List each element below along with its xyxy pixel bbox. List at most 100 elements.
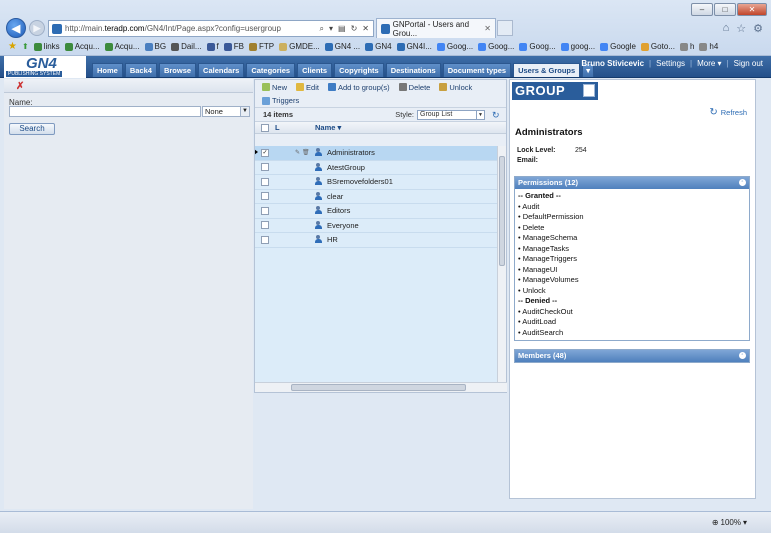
list-item[interactable]: clear (255, 190, 498, 204)
row-checkbox[interactable] (261, 235, 269, 244)
nav-tab-users-groups[interactable]: Users & Groups (513, 63, 581, 77)
filter-select[interactable]: None ▼ (202, 106, 250, 117)
col-name-header[interactable]: Name ▾ (315, 123, 341, 132)
col-lock-header[interactable]: L (275, 123, 315, 132)
maximize-button[interactable]: □ (714, 3, 736, 16)
favorite-link[interactable]: Acqu... (64, 42, 100, 51)
tab-close-icon[interactable]: ✕ (484, 24, 491, 33)
favorite-link[interactable]: Google (600, 42, 636, 51)
favorite-link[interactable]: f (206, 42, 219, 51)
nav-tab-categories[interactable]: Categories (246, 63, 296, 77)
row-checkbox[interactable] (261, 221, 269, 230)
refresh-list-icon[interactable]: ↻ (492, 110, 502, 120)
favorites-star-icon[interactable]: ★ (8, 41, 17, 52)
list-item[interactable]: ✓ ✎ 🗑 Administrators (255, 146, 498, 161)
unlock-button[interactable]: Unlock (439, 83, 472, 92)
favorite-link[interactable]: FTP (248, 42, 274, 51)
favorite-link[interactable]: Dail... (171, 42, 202, 51)
list-horizontal-scrollbar[interactable] (255, 382, 507, 392)
favorite-link[interactable]: Goog... (436, 42, 473, 51)
minimize-button[interactable]: – (691, 3, 713, 16)
list-item[interactable]: Editors (255, 204, 498, 219)
settings-link[interactable]: Settings (656, 59, 685, 68)
reload-icon[interactable]: ↻ (351, 24, 358, 34)
group-icon (315, 220, 324, 230)
app-logo: GN4 PUBLISHING SYSTEM (4, 55, 86, 78)
address-bar[interactable]: http://main.teradp.com/GN4/Int/Page.aspx… (48, 20, 374, 37)
favorite-link[interactable]: h4 (699, 42, 718, 51)
collapse-icon[interactable]: ◦ (739, 179, 746, 186)
forward-button[interactable]: ▶ (29, 20, 45, 36)
edit-button[interactable]: Edit (296, 83, 319, 92)
favorite-link[interactable]: links (33, 42, 60, 51)
refresh-button[interactable]: ↻ Refresh (709, 107, 747, 118)
list-item[interactable]: HR (255, 233, 498, 248)
favorite-link[interactable]: BG (144, 42, 166, 51)
list-item[interactable]: BSremovefolders01 (255, 175, 498, 190)
compat-icon[interactable]: ▤ (338, 24, 346, 34)
browser-tab[interactable]: GNPortal - Users and Grou... ✕ (376, 18, 496, 38)
more-menu[interactable]: More ▾ (697, 59, 721, 68)
select-all-checkbox[interactable] (261, 123, 269, 132)
nav-tab-calendars[interactable]: Calendars (198, 63, 245, 77)
new-tab-button[interactable] (497, 20, 513, 36)
settings-gear-icon[interactable]: ⚙ (753, 22, 763, 35)
home-icon[interactable]: ⌂ (723, 22, 730, 35)
permissions-list: -- Granted -- • Audit • DefaultPermission •… (515, 189, 749, 340)
favorite-link[interactable]: Goog... (478, 42, 514, 51)
favorite-link[interactable]: GN4 ... (324, 42, 360, 51)
nav-tab-document-types[interactable]: Document types (442, 63, 512, 77)
favorite-link[interactable]: Goog... (519, 42, 556, 51)
chevron-down-icon: ▼ (240, 107, 249, 116)
row-checkbox[interactable] (261, 163, 269, 172)
sign-out-link[interactable]: Sign out (734, 59, 763, 68)
favorite-link[interactable]: Acqu... (104, 42, 140, 51)
nav-tab-home[interactable]: Home (92, 63, 123, 77)
new-button[interactable]: New (262, 83, 287, 92)
list-item[interactable]: AtestGroup (255, 161, 498, 175)
nav-tab-clients[interactable]: Clients (297, 63, 333, 77)
back-button[interactable]: ◀ (6, 18, 26, 38)
row-checkbox[interactable]: ✓ (261, 148, 269, 157)
edit-icon (296, 83, 305, 91)
favorite-link[interactable]: FB (223, 42, 244, 51)
name-input[interactable] (9, 106, 201, 117)
search-icon[interactable]: ⌕ (320, 24, 324, 34)
favorites-bar: ★ ⬆ links Acqu... Acqu... BG Dail... f FB FTP GM… (0, 39, 771, 54)
row-checkbox[interactable] (261, 192, 269, 201)
list-vertical-scrollbar[interactable] (497, 146, 506, 383)
close-window-button[interactable]: ✕ (737, 3, 767, 16)
favorite-link[interactable]: GMDE... (279, 42, 320, 51)
triggers-button[interactable]: Triggers (272, 96, 299, 105)
nav-tab-back4[interactable]: Back4 (124, 63, 157, 77)
clear-filter-icon[interactable]: ✗ (16, 81, 24, 92)
row-edit-icon[interactable]: ✎ (295, 149, 300, 156)
zoom-control[interactable]: ⊕ 100% ▾ (712, 518, 747, 527)
nav-tab-destinations[interactable]: Destinations (385, 63, 441, 77)
row-checkbox[interactable] (261, 177, 269, 186)
add-to-group-button[interactable]: Add to group(s) (327, 83, 390, 92)
favorite-link[interactable]: goog... (560, 42, 595, 51)
favorite-link[interactable]: Goto... (640, 42, 675, 51)
row-delete-icon[interactable]: 🗑 (302, 149, 310, 156)
add-favorite-icon[interactable]: ⬆ (22, 42, 29, 51)
favorite-link[interactable]: h (679, 42, 694, 51)
nav-tab-browse[interactable]: Browse (158, 63, 197, 77)
permissions-header[interactable]: Permissions (12) ◦ (515, 177, 749, 189)
delete-button[interactable]: Delete (398, 83, 430, 92)
members-header[interactable]: Members (48) ◦ (515, 350, 749, 362)
search-button[interactable]: Search (9, 123, 55, 135)
permission-item: • ManageSchema (518, 233, 578, 242)
nav-tab-copyrights[interactable]: Copyrights (334, 63, 384, 77)
style-select[interactable]: Group List ▼ (417, 109, 485, 120)
group-name: BSremovefolders01 (327, 177, 393, 187)
favorites-star-icon[interactable]: ☆ (736, 22, 746, 35)
row-checkbox[interactable] (261, 206, 269, 215)
dropdown-icon[interactable]: ▾ (329, 24, 333, 34)
favorite-link[interactable]: GN4 (365, 42, 392, 51)
list-item[interactable]: Everyone (255, 219, 498, 233)
add-group-icon (327, 83, 336, 91)
expand-icon[interactable]: ◦ (739, 352, 746, 359)
favorite-link[interactable]: GN4I... (396, 42, 432, 51)
stop-icon[interactable]: ✕ (362, 24, 369, 34)
